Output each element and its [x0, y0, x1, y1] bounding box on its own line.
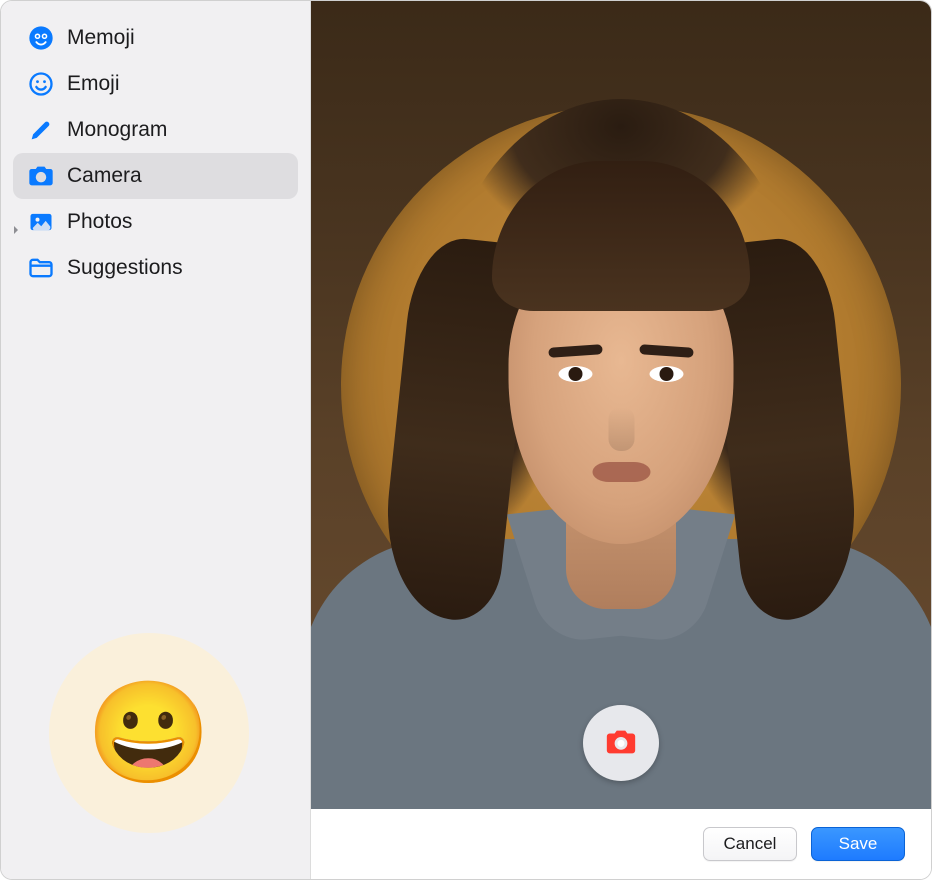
- folder-icon: [27, 254, 55, 282]
- sidebar-item-label: Monogram: [67, 118, 167, 142]
- sidebar-list: Memoji Emoji Monogram Camera: [1, 7, 310, 291]
- sidebar-item-label: Memoji: [67, 26, 135, 50]
- sidebar-item-photos[interactable]: Photos: [13, 199, 298, 245]
- photos-icon: [27, 208, 55, 236]
- memoji-icon: [27, 24, 55, 52]
- cancel-button[interactable]: Cancel: [703, 827, 797, 861]
- chevron-right-icon[interactable]: [11, 217, 21, 227]
- pencil-icon: [27, 116, 55, 144]
- camera-shutter-icon: [604, 725, 638, 762]
- sidebar-item-label: Photos: [67, 210, 132, 234]
- dialog-footer: Cancel Save: [311, 809, 931, 879]
- camera-viewfinder: [311, 1, 931, 809]
- profile-picture-dialog: Memoji Emoji Monogram Camera: [0, 0, 932, 880]
- camera-icon: [27, 162, 55, 190]
- sidebar-item-memoji[interactable]: Memoji: [13, 15, 298, 61]
- avatar-emoji: 😀: [87, 683, 212, 783]
- sidebar-item-label: Emoji: [67, 72, 120, 96]
- camera-subject: [341, 89, 901, 809]
- sidebar-item-suggestions[interactable]: Suggestions: [13, 245, 298, 291]
- current-avatar-preview: 😀: [1, 633, 310, 873]
- sidebar-item-camera[interactable]: Camera: [13, 153, 298, 199]
- main-panel: Cancel Save: [311, 1, 931, 879]
- sidebar-item-label: Suggestions: [67, 256, 183, 280]
- save-button[interactable]: Save: [811, 827, 905, 861]
- sidebar-item-emoji[interactable]: Emoji: [13, 61, 298, 107]
- take-photo-button[interactable]: [583, 705, 659, 781]
- sidebar: Memoji Emoji Monogram Camera: [1, 1, 311, 879]
- sidebar-item-monogram[interactable]: Monogram: [13, 107, 298, 153]
- emoji-icon: [27, 70, 55, 98]
- sidebar-item-label: Camera: [67, 164, 142, 188]
- avatar-circle: 😀: [49, 633, 249, 833]
